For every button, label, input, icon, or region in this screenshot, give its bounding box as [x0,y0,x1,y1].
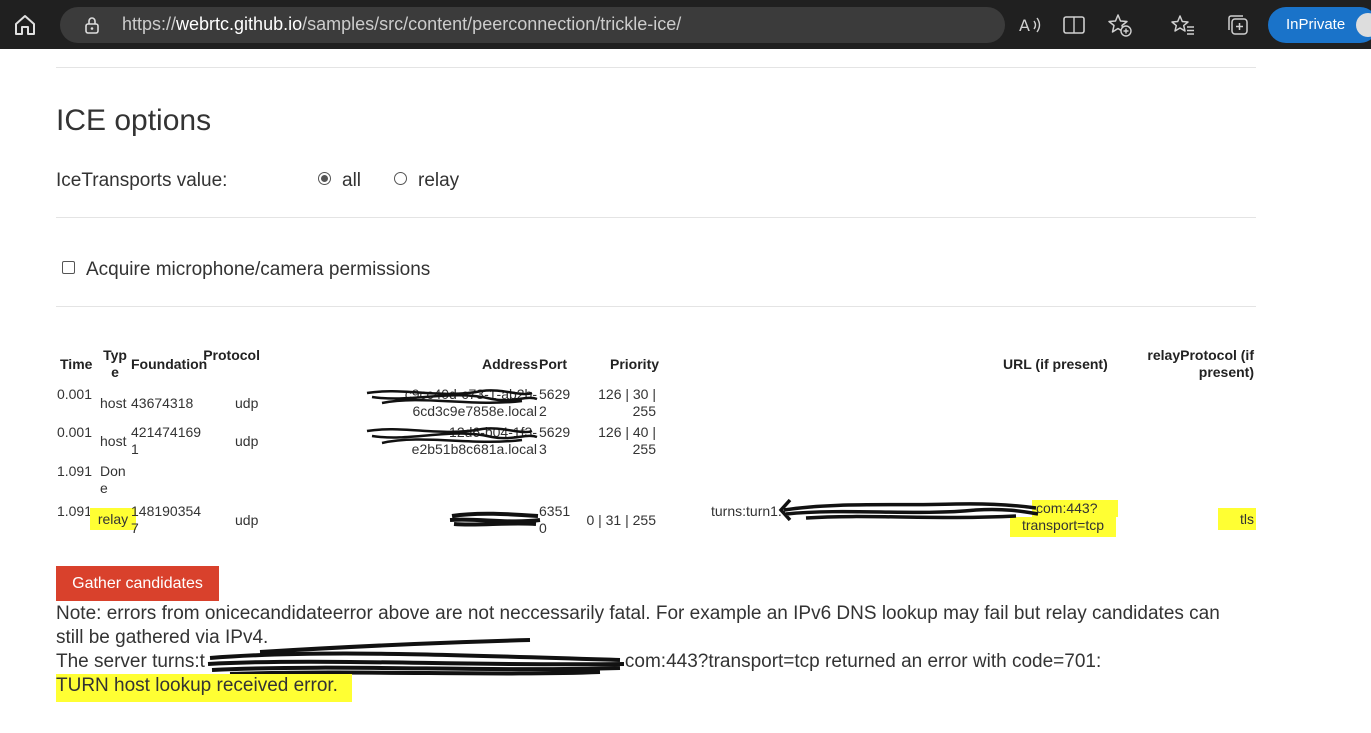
divider [56,217,1256,218]
cell-relay-protocol: tls [1218,508,1256,530]
header-port: Port [539,356,567,372]
header-protocol: Protocol [203,347,260,363]
cell-protocol: udp [235,433,259,449]
cell-time: 1.091 [56,503,92,519]
immersive-reader-icon[interactable] [1061,12,1087,38]
divider [56,306,1256,307]
note-line-3-start: The server turns:t [56,651,205,672]
cell-protocol: udp [235,395,259,411]
error-highlight: TURN host lookup received error. [56,674,352,702]
permissions-label[interactable]: Acquire microphone/camera permissions [86,259,430,281]
permissions-checkbox[interactable] [62,261,75,274]
cell-url-start: turns:turn1. [711,503,782,519]
cell-foundation: 1481903547 [131,503,202,536]
cell-foundation: 43674318 [131,395,194,411]
browser-toolbar: https://webrtc.github.io/samples/src/con… [0,0,1371,49]
header-url: URL (if present) [1003,356,1108,372]
cell-type: host [100,395,127,411]
url-text: https://webrtc.github.io/samples/src/con… [122,14,682,34]
cell-time: 1.091 [56,463,92,479]
cell-url-end: com:443? [1032,500,1118,517]
header-foundation: Foundation [131,356,208,372]
redaction-scribble [366,389,538,405]
redaction-scribble [449,511,541,527]
header-priority: Priority [610,356,660,372]
header-time: Time [60,356,93,372]
favorites-icon[interactable] [1170,12,1196,38]
radio-relay[interactable] [394,172,407,185]
collections-icon[interactable] [1225,12,1251,38]
note-line-3-end: com:443?transport=tcp returned an error … [624,651,1102,672]
cell-type: Done [100,463,126,496]
cell-priority: 126 | 40 | 255 [598,424,656,457]
read-aloud-icon[interactable]: A [1017,12,1043,38]
cell-time: 0.001 [56,386,92,402]
header-address: Address [482,356,539,372]
header-relay-protocol: relayProtocol (if present) [1147,347,1254,380]
avatar [1356,13,1371,37]
cell-type: host [100,433,127,449]
inprivate-button[interactable]: InPrivate [1268,7,1371,43]
cell-time: 0.001 [56,424,92,440]
home-icon[interactable] [12,12,38,38]
cell-type: relay [90,508,136,530]
note-line-1: Note: errors from onicecandidateerror ab… [56,603,1220,624]
section-heading: ICE options [56,104,212,137]
cell-priority: 126 | 30 | 255 [598,386,656,419]
redaction-scribble [366,427,538,445]
radio-all-label[interactable]: all [342,170,361,192]
cell-protocol: udp [235,512,259,528]
radio-all[interactable] [318,172,331,185]
address-bar[interactable]: https://webrtc.github.io/samples/src/con… [60,7,1005,43]
redaction-scribble [778,498,1039,522]
cell-port: 56293 [539,424,571,457]
cell-foundation: 4214741691 [131,424,202,457]
svg-text:A: A [1019,16,1030,35]
ice-transports-label: IceTransports value: [56,170,228,191]
divider [56,67,1256,68]
header-type: Type [103,347,127,380]
radio-relay-label[interactable]: relay [418,170,459,192]
gather-candidates-button[interactable]: Gather candidates [56,566,219,601]
lock-icon[interactable] [82,15,102,35]
inprivate-label: InPrivate [1286,16,1346,33]
add-favorite-icon[interactable] [1107,12,1133,38]
cell-priority: 0 | 31 | 255 [586,512,656,528]
cell-port: 56292 [539,386,571,419]
